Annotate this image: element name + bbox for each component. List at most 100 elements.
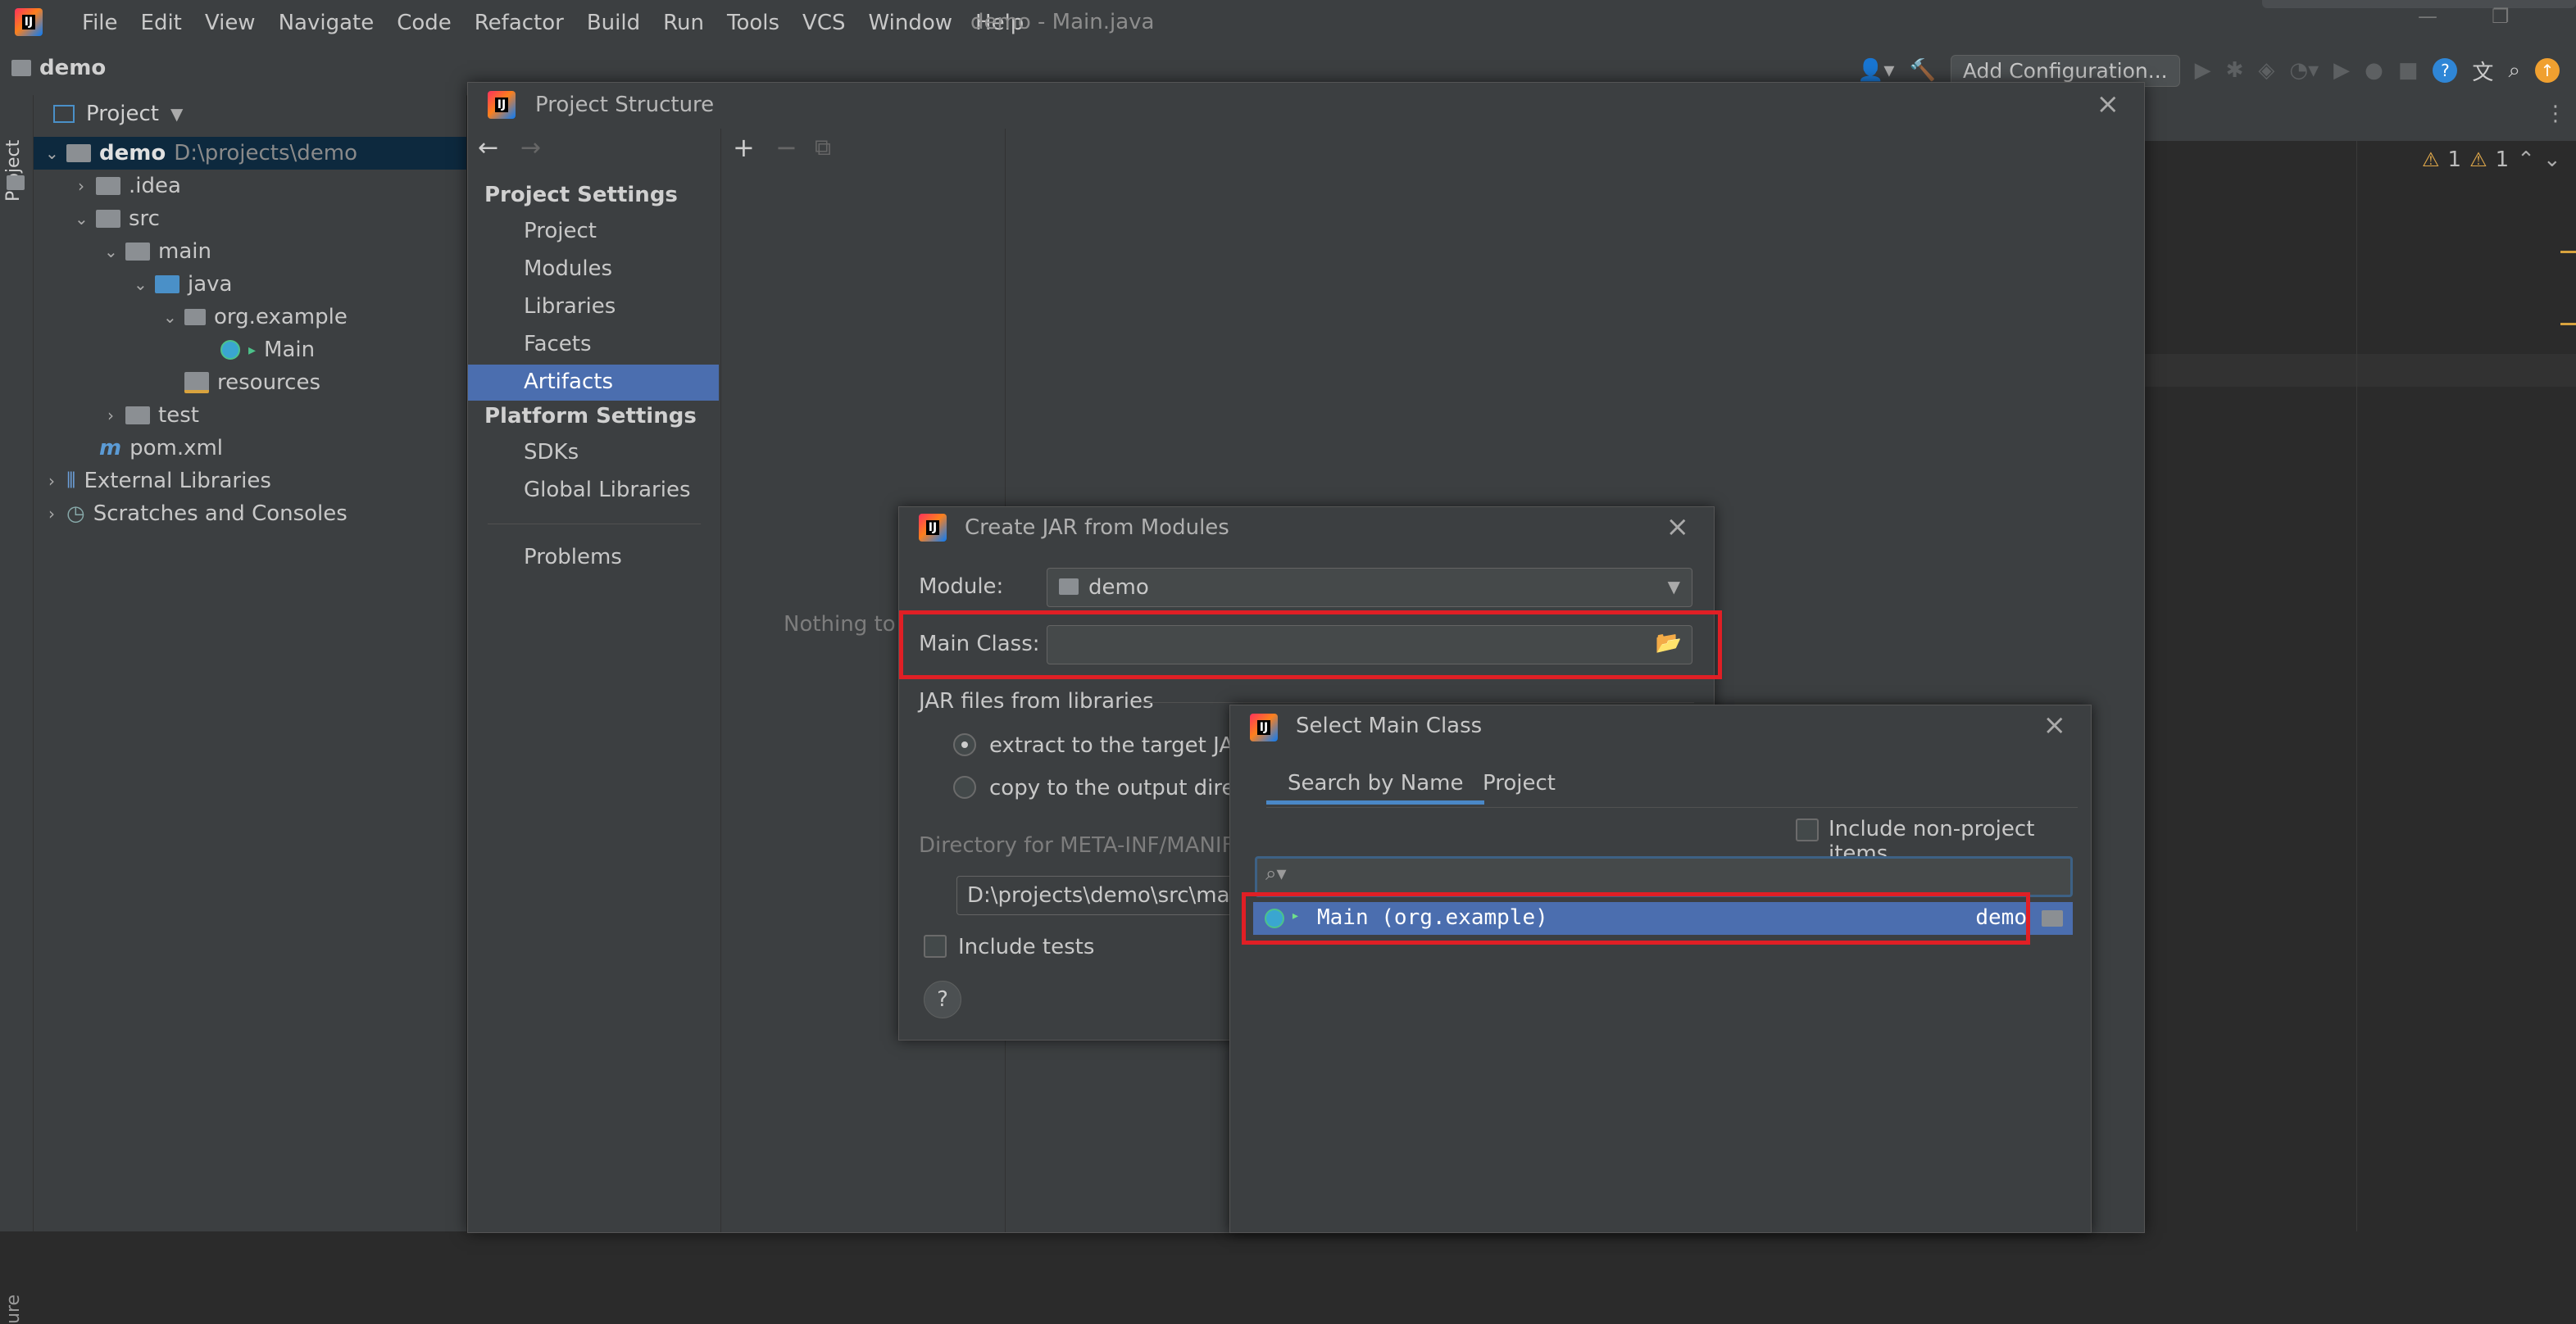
user-icon[interactable]: 👤▾ <box>1857 58 1894 83</box>
nav-libraries[interactable]: Libraries <box>524 294 616 319</box>
empty-state-text: Nothing to s <box>784 612 914 637</box>
module-select[interactable]: demo ▼ <box>1047 568 1692 607</box>
translate-icon[interactable]: 文 <box>2472 56 2493 86</box>
chevron-down-icon[interactable]: ⌄ <box>134 274 148 294</box>
more-tabs-icon[interactable]: ⋮ <box>2545 102 2566 126</box>
copy-icon[interactable]: ⧉ <box>815 134 831 161</box>
scroll-marker <box>2560 323 2576 325</box>
project-folder-icon <box>11 60 31 76</box>
scroll-marker <box>2560 251 2576 253</box>
remove-icon[interactable]: − <box>775 132 797 163</box>
menu-view[interactable]: View <box>193 11 267 35</box>
tree-row-resources[interactable]: resources <box>163 366 320 399</box>
restore-icon[interactable]: ❐ <box>2492 5 2510 28</box>
tree-row-org-example[interactable]: ⌄ org.example <box>163 301 348 333</box>
structure-tool-tab[interactable]: ure <box>3 1295 24 1324</box>
search-input[interactable]: ⌕▾ <box>1255 856 2073 897</box>
nav-problems[interactable]: Problems <box>524 545 622 569</box>
tree-row-idea[interactable]: › .idea <box>75 170 181 202</box>
chevron-down-icon[interactable]: ⌄ <box>104 242 118 261</box>
forward-arrow-icon[interactable]: → <box>520 134 541 162</box>
run-icon[interactable]: ▶ <box>2195 58 2211 83</box>
nav-facets[interactable]: Facets <box>524 332 592 356</box>
rerun-icon[interactable]: ▶ <box>2333 58 2350 83</box>
nav-modules[interactable]: Modules <box>524 256 612 281</box>
intellij-logo-icon <box>15 8 43 36</box>
chevron-right-icon[interactable]: › <box>45 471 58 491</box>
project-tool-icon[interactable] <box>7 175 25 190</box>
nav-global-libraries[interactable]: Global Libraries <box>524 478 691 502</box>
menu-code[interactable]: Code <box>385 11 463 35</box>
add-icon[interactable]: + <box>733 132 755 163</box>
tree-row-external-libraries[interactable]: › ⦀ External Libraries <box>45 465 271 497</box>
debug-icon[interactable]: ✱ <box>2226 58 2244 83</box>
project-tool-tab[interactable]: Project <box>3 140 24 202</box>
project-panel-header[interactable]: Project ▼ <box>53 102 183 126</box>
folder-icon <box>125 406 150 424</box>
menu-file[interactable]: File <box>70 11 129 35</box>
coverage-icon[interactable]: ◈ <box>2258 58 2274 83</box>
manifest-label: Directory for META-INF/MANIFES <box>919 833 1261 858</box>
tree-label: demo <box>99 141 166 166</box>
highlight-box <box>1242 892 2030 945</box>
menu-window[interactable]: Window <box>857 11 965 35</box>
scratches-icon: ◷ <box>66 501 85 526</box>
chevron-down-icon[interactable]: ⌄ <box>75 209 89 229</box>
chevron-down-icon[interactable]: ▼ <box>170 104 183 124</box>
tab-search-by-name[interactable]: Search by Name <box>1266 771 1485 805</box>
divider <box>1266 807 2078 808</box>
include-non-project-checkbox[interactable] <box>1796 818 1819 841</box>
tree-row-main[interactable]: ⌄ main <box>104 235 211 268</box>
menu-edit[interactable]: Edit <box>129 11 193 35</box>
tree-row-demo[interactable]: ⌄ demo D:\projects\demo <box>34 137 466 170</box>
chevron-right-icon[interactable]: › <box>75 176 88 196</box>
extract-radio[interactable] <box>953 733 976 756</box>
help-icon[interactable]: ? <box>2433 58 2458 83</box>
build-hammer-icon[interactable]: 🔨 <box>1910 58 1936 83</box>
minimize-icon[interactable]: — <box>2418 5 2437 28</box>
tree-row-src[interactable]: ⌄ src <box>75 202 160 235</box>
chevron-down-icon[interactable]: ⌄ <box>163 307 177 327</box>
chevron-down-icon[interactable]: ⌄ <box>45 143 59 163</box>
close-icon[interactable]: × <box>2097 88 2120 120</box>
search-icon[interactable]: ⌕ <box>2508 58 2520 84</box>
chevron-right-icon[interactable]: › <box>45 504 58 524</box>
menu-refactor[interactable]: Refactor <box>463 11 575 35</box>
close-icon[interactable]: × <box>1666 510 1690 543</box>
back-arrow-icon[interactable]: ← <box>478 134 498 162</box>
chevron-down-icon[interactable]: ⌄ <box>2543 147 2561 172</box>
menu-navigate[interactable]: Navigate <box>267 11 386 35</box>
chevron-down-icon: ▼ <box>1667 577 1680 596</box>
nav-sdks[interactable]: SDKs <box>524 440 579 465</box>
folder-icon <box>96 177 120 195</box>
stop-icon[interactable]: ■ <box>2398 58 2419 83</box>
profile-icon[interactable]: ◔▾ <box>2289 58 2319 83</box>
update-icon[interactable]: ↑ <box>2535 58 2560 83</box>
menu-build[interactable]: Build <box>575 11 652 35</box>
chevron-up-icon[interactable]: ⌃ <box>2517 147 2535 172</box>
chevron-right-icon[interactable]: › <box>104 406 117 425</box>
copy-radio[interactable] <box>953 776 976 799</box>
module-folder-icon <box>1059 578 1079 595</box>
tree-row-pom[interactable]: m pom.xml <box>99 432 223 465</box>
tree-row-test[interactable]: › test <box>104 399 199 432</box>
tree-row-scratches[interactable]: › ◷ Scratches and Consoles <box>45 497 348 530</box>
highlight-box <box>899 610 1722 679</box>
breadcrumb-project[interactable]: demo <box>39 56 106 80</box>
select-main-class-dialog: Select Main Class × Search by Name Proje… <box>1229 705 2092 1233</box>
menu-tools[interactable]: Tools <box>716 11 791 35</box>
close-icon[interactable]: × <box>2043 709 2067 741</box>
breadcrumb[interactable]: demo <box>11 56 106 80</box>
nav-artifacts[interactable]: Artifacts <box>468 365 719 401</box>
inspection-widget[interactable]: ⚠ 1 ⚠ 1 ⌃ ⌄ <box>2422 147 2561 172</box>
help-button[interactable]: ? <box>924 981 961 1018</box>
tab-project[interactable]: Project <box>1483 771 1556 796</box>
include-tests-checkbox[interactable] <box>924 935 947 958</box>
menu-vcs[interactable]: VCS <box>791 11 856 35</box>
editor-area[interactable] <box>2143 95 2576 1231</box>
tree-row-main-class[interactable]: ▸ Main <box>220 333 315 366</box>
record-icon[interactable]: ● <box>2365 58 2383 83</box>
nav-project[interactable]: Project <box>524 219 597 243</box>
tree-row-java[interactable]: ⌄ java <box>134 268 232 301</box>
menu-run[interactable]: Run <box>652 11 716 35</box>
